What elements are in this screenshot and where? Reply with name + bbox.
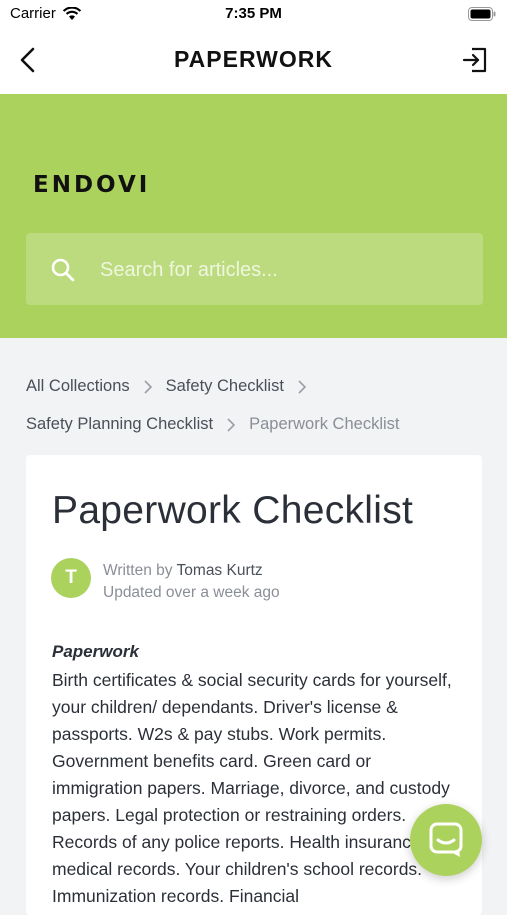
author-avatar: T <box>51 558 91 598</box>
exit-icon[interactable] <box>461 46 489 74</box>
brand-wordmark: ENDOVI <box>33 172 151 198</box>
written-by-label: Written by <box>103 562 173 579</box>
byline: Written by Tomas Kurtz <box>103 560 280 582</box>
brand-logo: ENDOVI <box>33 172 150 198</box>
search-bar[interactable] <box>26 233 483 305</box>
article-body: Birth certificates & social security car… <box>52 670 452 906</box>
breadcrumb-all-collections[interactable]: All Collections <box>26 377 130 396</box>
breadcrumb-row-1: All Collections Safety Checklist <box>26 377 320 396</box>
battery-icon <box>468 7 496 21</box>
status-bar: Carrier 7:35 PM <box>0 0 507 30</box>
section-heading: Paperwork <box>52 642 139 661</box>
breadcrumb-safety-checklist[interactable]: Safety Checklist <box>166 377 284 396</box>
breadcrumb-row-2: Safety Planning Checklist Paperwork Chec… <box>26 415 400 434</box>
chevron-right-icon <box>227 417 236 432</box>
chat-launcher-button[interactable] <box>410 804 482 876</box>
article-title: Paperwork Checklist <box>52 489 414 532</box>
breadcrumb-safety-planning-checklist[interactable]: Safety Planning Checklist <box>26 415 213 434</box>
breadcrumb-current: Paperwork Checklist <box>249 415 400 433</box>
page-title: PAPERWORK <box>174 46 333 72</box>
search-input[interactable] <box>98 251 462 289</box>
chat-icon <box>429 822 463 857</box>
search-icon <box>51 258 75 282</box>
navigation-bar: PAPERWORK <box>0 30 507 94</box>
chevron-right-icon <box>144 379 152 394</box>
updated-text: Updated over a week ago <box>103 584 280 601</box>
author-name: Tomas Kurtz <box>176 562 263 579</box>
chevron-right-icon <box>298 379 307 394</box>
article-meta: Written by Tomas Kurtz Updated over a we… <box>103 560 280 604</box>
clock: 7:35 PM <box>225 5 282 22</box>
